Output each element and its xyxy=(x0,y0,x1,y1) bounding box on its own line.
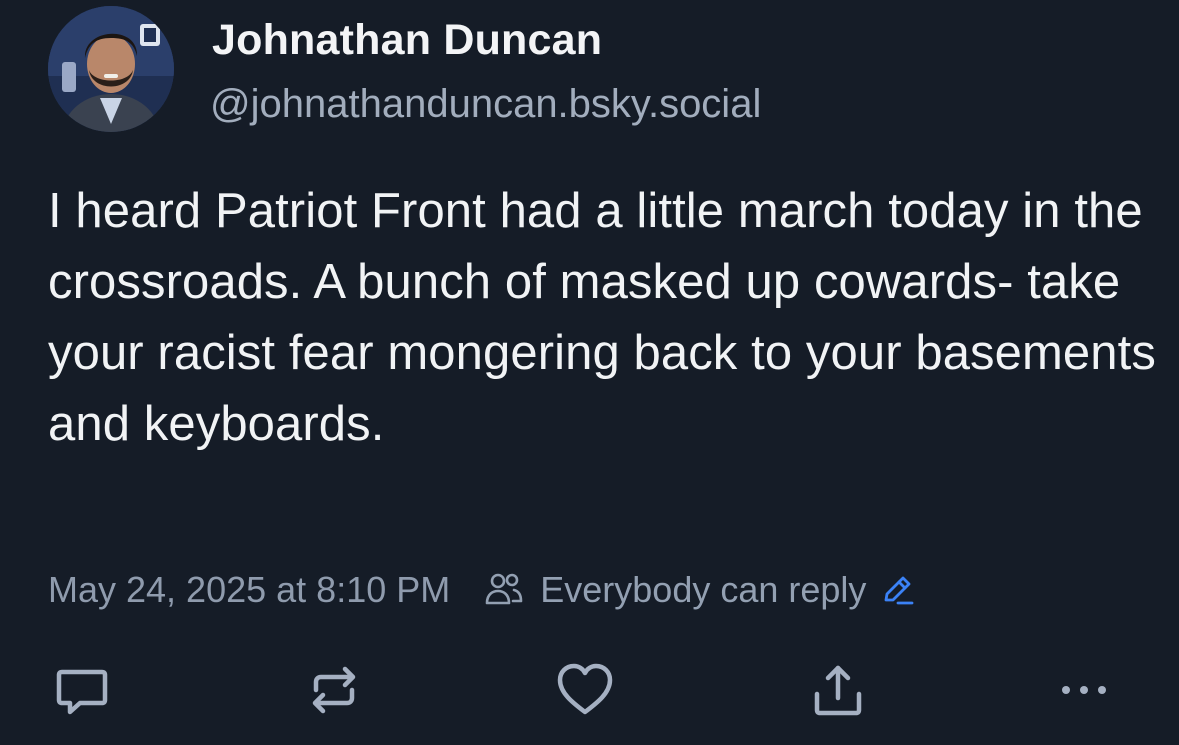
reply-setting[interactable]: Everybody can reply xyxy=(484,569,916,611)
post-card: Johnathan Duncan @johnathanduncan.bsky.s… xyxy=(0,0,1179,745)
people-icon xyxy=(485,573,523,605)
profile-photo-icon xyxy=(48,6,174,132)
like-button[interactable] xyxy=(553,658,617,722)
share-icon xyxy=(814,665,862,716)
heart-icon xyxy=(557,663,613,715)
share-button[interactable] xyxy=(806,658,870,722)
author-display-name[interactable]: Johnathan Duncan xyxy=(212,16,602,65)
post-meta: May 24, 2025 at 8:10 PM Everybody can re… xyxy=(48,565,916,615)
avatar[interactable] xyxy=(48,6,174,132)
reply-button[interactable] xyxy=(50,658,114,722)
post-actions-bar xyxy=(0,650,1179,730)
post-body-text: I heard Patriot Front had a little march… xyxy=(48,184,1156,451)
comment-icon xyxy=(56,669,108,715)
ellipsis-icon xyxy=(1062,686,1106,694)
repost-icon xyxy=(312,666,356,714)
pencil-icon[interactable] xyxy=(880,572,916,608)
author-handle[interactable]: @johnathanduncan.bsky.social xyxy=(210,82,761,127)
more-options-button[interactable] xyxy=(1052,658,1116,722)
post-timestamp: May 24, 2025 at 8:10 PM xyxy=(48,569,451,610)
reply-setting-label: Everybody can reply xyxy=(540,569,867,610)
repost-button[interactable] xyxy=(302,658,366,722)
